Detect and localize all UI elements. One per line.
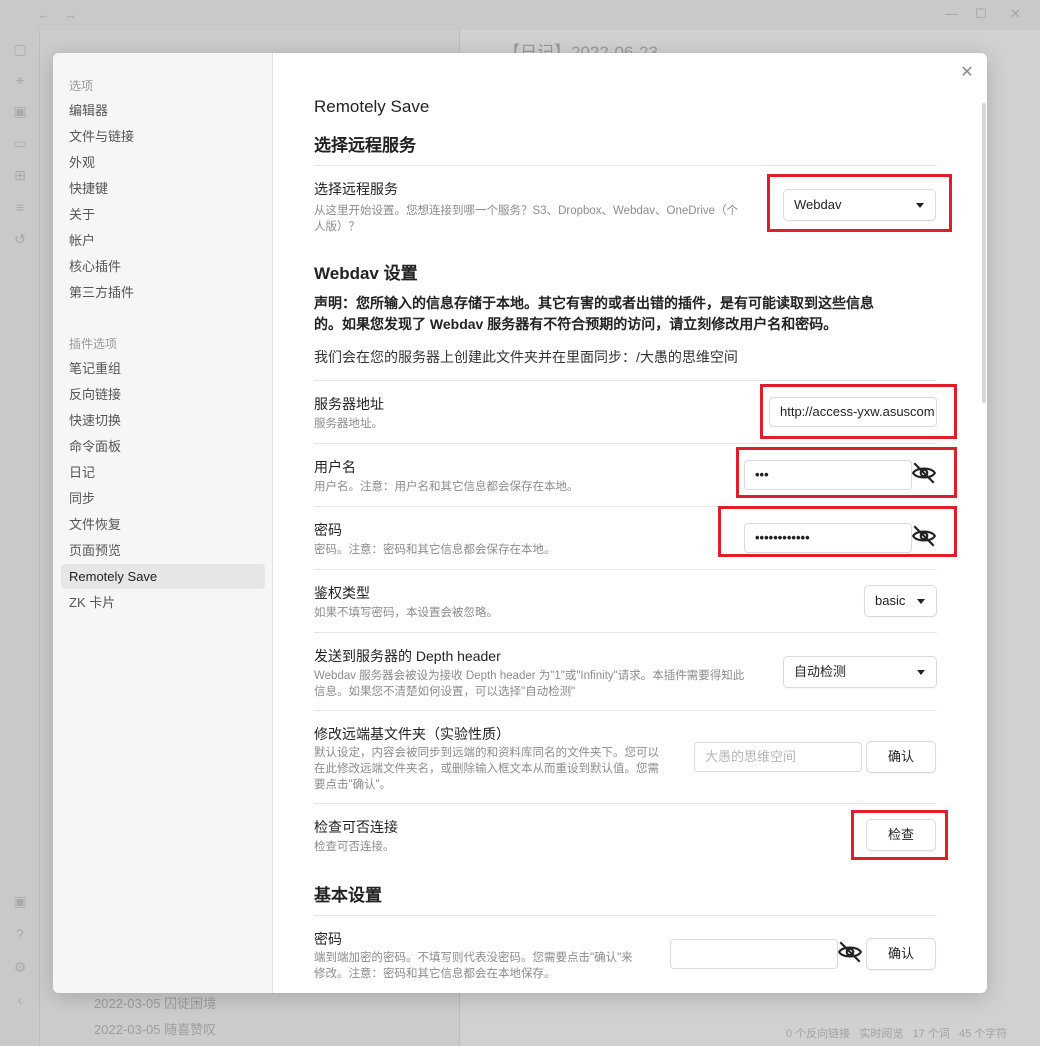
divider — [314, 569, 937, 570]
section-title-basic: 基本设置 — [314, 886, 382, 905]
scrollbar-thumb[interactable] — [982, 103, 986, 403]
setting-name-password: 密码 — [314, 522, 342, 538]
highlight-box — [767, 174, 952, 232]
setting-name-username: 用户名 — [314, 459, 356, 475]
sidebar-item-page-preview[interactable]: 页面预览 — [61, 538, 265, 563]
setting-desc-remote: 从这里开始设置。您想连接到哪一个服务？S3、Dropbox、Webdav、One… — [314, 205, 739, 233]
sidebar-item-appearance[interactable]: 外观 — [61, 150, 265, 175]
divider — [314, 915, 937, 916]
sidebar-item-file-recovery[interactable]: 文件恢复 — [61, 512, 265, 537]
highlight-box — [851, 810, 948, 860]
sidebar-item-zk-cards[interactable]: ZK 卡片 — [61, 590, 265, 615]
sidebar-item-account[interactable]: 帐户 — [61, 228, 265, 253]
remote-base-input[interactable]: 大愚的思维空间 — [694, 742, 862, 772]
setting-desc-remote-base: 默认设定，内容会被同步到远端的和资料库同名的文件夹下。您可以 在此修改远端文件夹… — [314, 747, 659, 791]
setting-desc-auth: 如果不填写密码，本设置会被忽略。 — [314, 607, 498, 619]
sync-folder-note: 我们会在您的服务器上创建此文件夹并在里面同步：/大愚的思维空间 — [314, 349, 738, 365]
plugin-options-header: 插件选项 — [69, 337, 118, 351]
setting-desc-encrypt: 端到端加密的密码。不填写则代表没密码。您需要点击"确认"来 修改。注意：密码和其… — [314, 952, 633, 980]
auth-type-select[interactable]: basic — [864, 585, 937, 617]
highlight-box — [718, 506, 957, 557]
highlight-box — [736, 447, 957, 498]
encrypt-password-input[interactable] — [670, 939, 838, 969]
encrypt-confirm-button[interactable]: 确认 — [866, 938, 936, 970]
plugin-title: Remotely Save — [314, 97, 430, 116]
depth-header-select[interactable]: 自动检测 — [783, 656, 937, 688]
divider — [314, 632, 937, 633]
section-title-remote: 选择远程服务 — [314, 136, 416, 155]
setting-name-server: 服务器地址 — [314, 396, 384, 412]
divider — [314, 165, 937, 166]
sidebar-item-note-composer[interactable]: 笔记重组 — [61, 356, 265, 381]
sidebar-item-editor[interactable]: 编辑器 — [61, 98, 265, 123]
sidebar-item-core-plugins[interactable]: 核心插件 — [61, 254, 265, 279]
divider — [314, 710, 937, 711]
highlight-box — [760, 384, 957, 439]
remote-base-confirm-button[interactable]: 确认 — [866, 741, 936, 773]
modal-close-icon[interactable]: ✕ — [958, 64, 976, 82]
setting-name-encrypt: 密码 — [314, 931, 342, 947]
setting-name-check: 检查可否连接 — [314, 819, 398, 835]
sidebar-item-about[interactable]: 关于 — [61, 202, 265, 227]
sidebar-item-daily-notes[interactable]: 日记 — [61, 460, 265, 485]
settings-modal: 选项 编辑器 文件与链接 外观 快捷键 关于 帐户 核心插件 第三方插件 插件选… — [53, 53, 987, 993]
setting-desc-username: 用户名。注意：用户名和其它信息都会保存在本地。 — [314, 481, 579, 493]
setting-name-remote-base: 修改远端基文件夹（实验性质） — [314, 726, 510, 742]
setting-name-remote: 选择远程服务 — [314, 181, 398, 197]
caret-down-icon — [917, 670, 925, 675]
sidebar-item-files-links[interactable]: 文件与链接 — [61, 124, 265, 149]
options-header: 选项 — [69, 79, 94, 93]
section-title-webdav: Webdav 设置 — [314, 264, 418, 283]
setting-desc-depth: Webdav 服务器会被设为接收 Depth header 为"1"或"Infi… — [314, 670, 745, 698]
sidebar-item-hotkeys[interactable]: 快捷键 — [61, 176, 265, 201]
settings-sidebar: 选项 编辑器 文件与链接 外观 快捷键 关于 帐户 核心插件 第三方插件 插件选… — [53, 53, 273, 993]
caret-down-icon — [917, 599, 925, 604]
setting-desc-password: 密码。注意：密码和其它信息都会保存在本地。 — [314, 544, 556, 556]
setting-desc-server: 服务器地址。 — [314, 418, 383, 430]
setting-desc-check: 检查可否连接。 — [314, 841, 395, 853]
sidebar-item-community-plugins[interactable]: 第三方插件 — [61, 280, 265, 305]
eye-off-icon[interactable] — [837, 939, 863, 965]
divider — [314, 803, 937, 804]
security-notice: 声明：您所输入的信息存储于本地。其它有害的或者出错的插件，是有可能读取到这些信息… — [314, 295, 874, 332]
divider — [314, 380, 937, 381]
sidebar-item-backlinks[interactable]: 反向链接 — [61, 382, 265, 407]
sidebar-item-sync[interactable]: 同步 — [61, 486, 265, 511]
sidebar-item-command-palette[interactable]: 命令面板 — [61, 434, 265, 459]
setting-name-depth: 发送到服务器的 Depth header — [314, 648, 501, 664]
setting-name-auth: 鉴权类型 — [314, 585, 370, 601]
sidebar-item-quick-switcher[interactable]: 快速切换 — [61, 408, 265, 433]
divider — [314, 443, 937, 444]
sidebar-item-remotely-save[interactable]: Remotely Save — [61, 564, 265, 589]
